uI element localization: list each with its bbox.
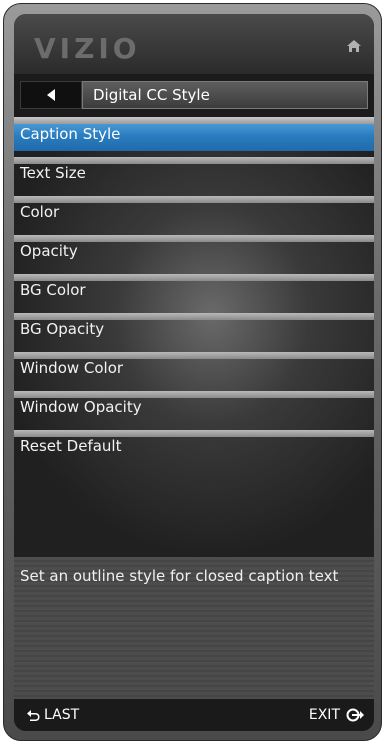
menu-item-separator xyxy=(14,430,374,437)
menu-item-opacity[interactable]: Opacity xyxy=(14,235,374,275)
menu-item-label: Caption Style xyxy=(20,125,121,143)
menu-item-reset-default[interactable]: Reset Default xyxy=(14,430,374,470)
menu-item-label: Color xyxy=(20,203,60,221)
exit-arrow-icon xyxy=(346,708,364,722)
exit-label: EXIT xyxy=(308,707,340,723)
menu-item-separator xyxy=(14,196,374,203)
triangle-left-icon xyxy=(47,89,55,101)
menu-item-separator xyxy=(14,117,374,124)
menu-item-separator xyxy=(14,235,374,242)
menu-item-label: Text Size xyxy=(20,164,86,182)
vizio-logo: VIZIO xyxy=(34,32,141,65)
menu-item-window-opacity[interactable]: Window Opacity xyxy=(14,391,374,431)
menu-panel: VIZIO Digital CC Style Caption Style Tex… xyxy=(14,14,374,731)
menu-item-caption-style[interactable]: Caption Style xyxy=(14,117,374,151)
menu-item-separator xyxy=(14,352,374,359)
back-button[interactable] xyxy=(20,81,82,109)
tv-menu-frame: VIZIO Digital CC Style Caption Style Tex… xyxy=(3,3,382,741)
page-title: Digital CC Style xyxy=(82,81,368,109)
menu-item-label: Opacity xyxy=(20,242,78,260)
return-arrow-icon xyxy=(27,710,40,721)
menu-item-bg-color[interactable]: BG Color xyxy=(14,274,374,314)
menu-item-label: Reset Default xyxy=(20,437,122,455)
bottom-bar: LAST EXIT xyxy=(14,699,374,731)
exit-button[interactable]: EXIT xyxy=(309,707,364,723)
menu-item-separator xyxy=(14,157,374,164)
menu-item-bg-opacity[interactable]: BG Opacity xyxy=(14,313,374,353)
menu-item-label: Window Color xyxy=(20,359,124,377)
top-bar: VIZIO xyxy=(14,14,374,74)
menu-item-label: Window Opacity xyxy=(20,398,142,416)
menu-list: Caption Style Text Size Color Opacity BG… xyxy=(14,117,374,557)
menu-item-separator xyxy=(14,313,374,320)
description-panel: Set an outline style for closed caption … xyxy=(14,557,374,699)
breadcrumb: Digital CC Style xyxy=(20,81,368,109)
menu-item-window-color[interactable]: Window Color xyxy=(14,352,374,392)
menu-item-separator xyxy=(14,274,374,281)
menu-item-text-size[interactable]: Text Size xyxy=(14,157,374,197)
home-icon[interactable] xyxy=(346,38,362,54)
last-label: LAST xyxy=(44,707,80,723)
description-text: Set an outline style for closed caption … xyxy=(20,567,339,585)
menu-item-label: BG Color xyxy=(20,281,86,299)
menu-item-label: BG Opacity xyxy=(20,320,105,338)
menu-item-color[interactable]: Color xyxy=(14,196,374,236)
menu-item-separator xyxy=(14,391,374,398)
last-button[interactable]: LAST xyxy=(26,707,79,723)
